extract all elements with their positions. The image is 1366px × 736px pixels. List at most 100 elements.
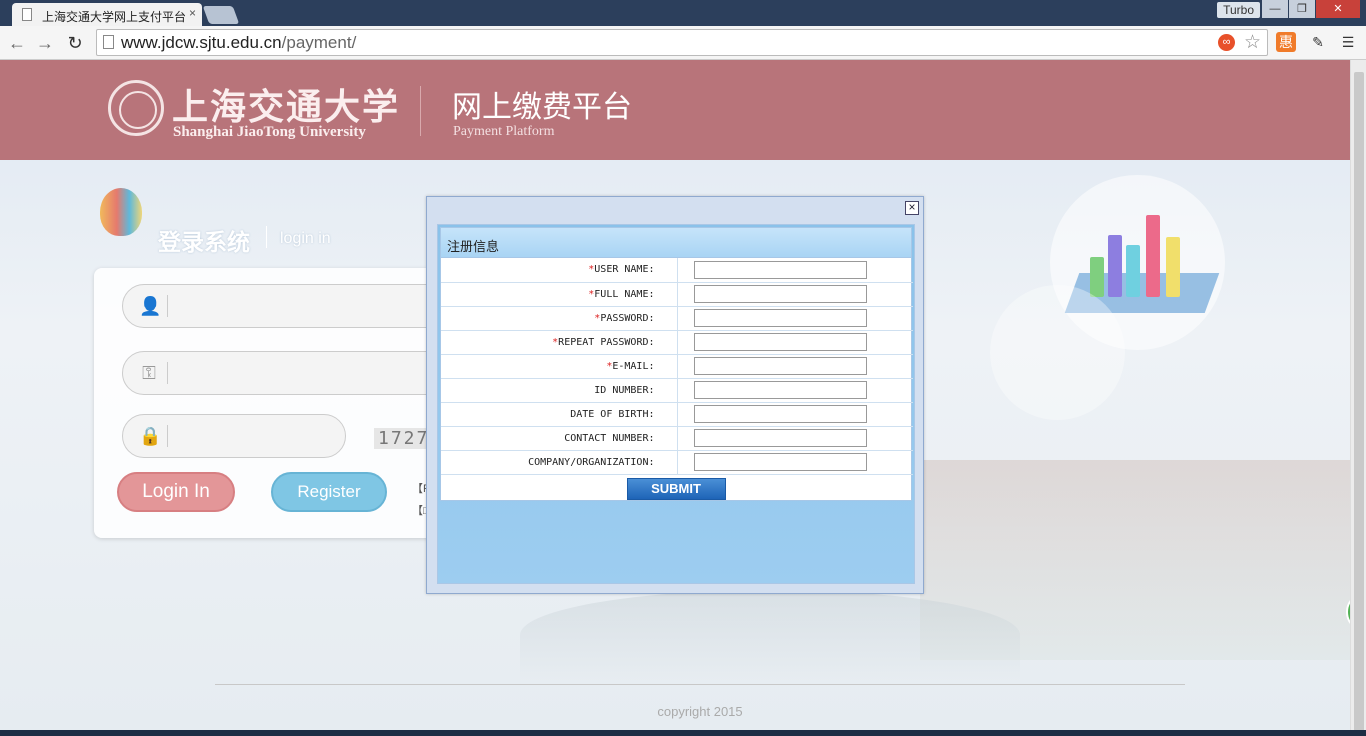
dialog-close-icon[interactable]: × <box>905 201 919 215</box>
field-label-text: CONTACT NUMBER: <box>564 432 655 444</box>
text-input[interactable] <box>693 357 867 375</box>
text-input[interactable] <box>693 429 867 447</box>
new-tab-button[interactable] <box>202 6 240 24</box>
login-title: 登录系统 <box>158 229 250 255</box>
field-cell <box>677 402 913 427</box>
form-row: DATE OF BIRTH: <box>441 402 913 427</box>
key-icon: ⚿ <box>142 363 156 383</box>
eyedropper-icon[interactable]: ✎ <box>1308 32 1328 52</box>
text-input[interactable] <box>693 381 867 399</box>
form-row: *PASSWORD: <box>441 306 913 331</box>
field-label-text: PASSWORD: <box>600 312 655 324</box>
forward-icon[interactable]: → <box>34 32 56 54</box>
footer-divider <box>215 684 1185 685</box>
field-cell <box>677 306 913 331</box>
field-label: ID NUMBER: <box>441 378 678 403</box>
registration-form: 注册信息 *USER NAME: *FULL NAME: *PASSWORD: *RE… <box>440 227 913 503</box>
decor-bar <box>1146 215 1160 297</box>
maximize-button[interactable]: ❐ <box>1289 0 1315 18</box>
back-icon[interactable]: ← <box>6 32 28 54</box>
text-input[interactable] <box>693 405 867 423</box>
login-button[interactable]: Login In <box>117 472 235 512</box>
registration-fields-table: *USER NAME: *FULL NAME: *PASSWORD: *REPEAT … <box>441 258 913 475</box>
address-bar[interactable]: www.jdcw.sjtu.edu.cn/payment/ ∞ ☆ <box>96 29 1268 56</box>
field-label: *PASSWORD: <box>441 306 678 331</box>
decor-bar <box>1090 257 1104 297</box>
form-row: *REPEAT PASSWORD: <box>441 330 913 355</box>
field-cell <box>677 354 913 379</box>
field-label: *REPEAT PASSWORD: <box>441 330 678 355</box>
minimize-button[interactable]: — <box>1262 0 1288 18</box>
field-label-text: E-MAIL: <box>612 360 655 372</box>
dialog-body: 注册信息 *USER NAME: *FULL NAME: *PASSWORD: *RE… <box>437 224 915 584</box>
tab-close-icon[interactable]: × <box>189 6 196 20</box>
submit-row: SUBMIT <box>441 475 911 503</box>
text-input[interactable] <box>693 309 867 327</box>
copyright-text: copyright 2015 <box>657 704 743 719</box>
form-row: COMPANY/ORGANIZATION: <box>441 450 913 475</box>
decor-bar <box>1108 235 1122 297</box>
header-divider <box>420 86 421 136</box>
university-seal-logo <box>108 80 164 136</box>
captcha-image[interactable]: 1727 <box>374 428 434 449</box>
captcha-input[interactable]: 🔒 <box>122 414 346 458</box>
text-input[interactable] <box>693 333 867 351</box>
bookmark-star-icon[interactable]: ☆ <box>1244 31 1261 54</box>
university-name-en: Shanghai JiaoTong University <box>173 124 366 140</box>
user-icon: 👤 <box>139 296 162 316</box>
username-input[interactable]: 👤 <box>122 284 452 328</box>
address-host: www.jdcw.sjtu.edu.cn <box>121 33 282 52</box>
login-title-divider <box>266 226 267 248</box>
field-label-text: FULL NAME: <box>594 288 655 300</box>
text-input[interactable] <box>693 453 867 471</box>
field-label: COMPANY/ORGANIZATION: <box>441 450 678 475</box>
registration-dialog: × 注册信息 *USER NAME: *FULL NAME: *PASSWORD: *… <box>426 196 924 594</box>
extension-icon[interactable]: 惠 <box>1276 32 1296 52</box>
form-row: *FULL NAME: <box>441 282 913 307</box>
form-row: *E-MAIL: <box>441 354 913 379</box>
field-cell <box>677 258 913 283</box>
page-scrollbar[interactable] <box>1350 60 1366 736</box>
university-name-cn: 上海交通大学 <box>172 86 401 128</box>
browser-tab[interactable]: 上海交通大学网上支付平台 × <box>12 3 202 26</box>
os-taskbar <box>0 730 1366 736</box>
menu-icon[interactable]: ☰ <box>1338 32 1358 52</box>
submit-button[interactable]: SUBMIT <box>626 477 726 500</box>
extension-icon[interactable]: ∞ <box>1218 34 1235 51</box>
field-divider <box>167 295 168 317</box>
field-label: *USER NAME: <box>441 258 678 283</box>
form-title: 注册信息 <box>441 228 911 258</box>
field-label-text: DATE OF BIRTH: <box>570 408 655 420</box>
address-path: /payment/ <box>281 33 357 52</box>
field-label: *E-MAIL: <box>441 354 678 379</box>
field-divider <box>167 362 168 384</box>
lock-icon: 🔒 <box>139 426 162 446</box>
field-label: DATE OF BIRTH: <box>441 402 678 427</box>
decorative-circle <box>990 285 1125 420</box>
field-cell <box>677 282 913 307</box>
browser-tab-bar: 上海交通大学网上支付平台 × Turbo — ❐ ✕ <box>0 0 1366 26</box>
field-label-text: REPEAT PASSWORD: <box>558 336 655 348</box>
text-input[interactable] <box>693 285 867 303</box>
login-subtitle: login in <box>280 230 331 247</box>
register-button[interactable]: Register <box>271 472 387 512</box>
field-cell <box>677 378 913 403</box>
form-row: CONTACT NUMBER: <box>441 426 913 451</box>
field-label: *FULL NAME: <box>441 282 678 307</box>
page-icon <box>103 35 114 49</box>
field-label-text: COMPANY/ORGANIZATION: <box>528 456 655 468</box>
login-panel: 👤 ⚿ 🔒 1727 Login In Register 【R 【□ <box>94 268 452 538</box>
site-header: 上海交通大学 Shanghai JiaoTong University 网上缴费… <box>0 60 1350 160</box>
turbo-button[interactable]: Turbo <box>1217 2 1260 18</box>
platform-title-en: Payment Platform <box>453 124 555 139</box>
window-controls: — ❐ ✕ <box>1261 0 1360 18</box>
field-divider <box>167 425 168 447</box>
reload-icon[interactable]: ↻ <box>64 32 86 54</box>
field-cell <box>677 426 913 451</box>
scrollbar-thumb[interactable] <box>1354 72 1364 732</box>
window-close-button[interactable]: ✕ <box>1316 0 1360 18</box>
password-input[interactable]: ⚿ <box>122 351 452 395</box>
form-row: ID NUMBER: <box>441 378 913 403</box>
bar-chart-decoration <box>1090 211 1200 297</box>
text-input[interactable] <box>693 260 867 279</box>
